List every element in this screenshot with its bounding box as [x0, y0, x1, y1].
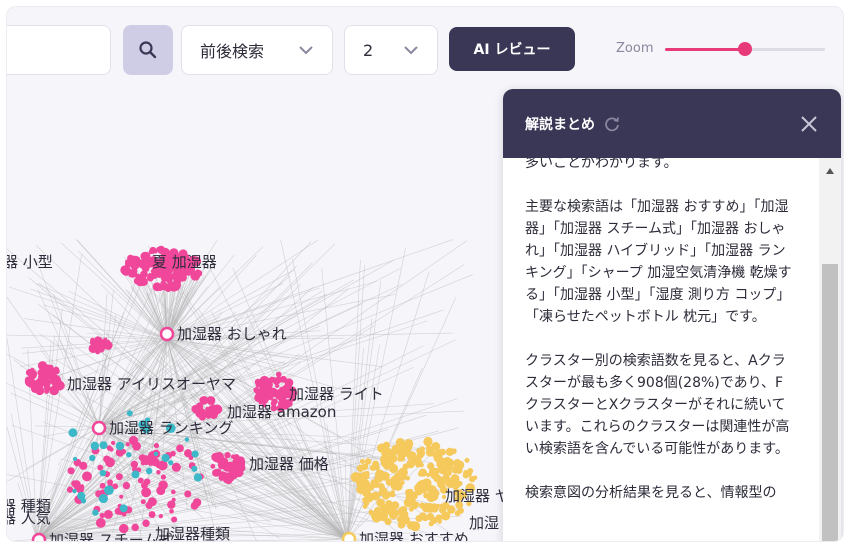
graph-node-label: 夏 加湿器 — [152, 253, 217, 271]
search-mode-value: 前後検索 — [200, 42, 265, 61]
zoom-slider-thumb[interactable] — [738, 42, 752, 56]
search-input[interactable] — [7, 25, 111, 75]
scroll-up-arrow[interactable] — [826, 168, 834, 174]
summary-panel: 解説まとめ 多いことがわかります。 主要な検索語は「加湿器 おすすめ」「加湿器」… — [503, 89, 841, 541]
depth-select[interactable]: 2 — [344, 25, 438, 75]
graph-node — [31, 532, 47, 541]
summary-scrollbar[interactable] — [819, 158, 841, 541]
graph-node-label: 加湿器 amazon — [227, 403, 336, 421]
graph-node — [91, 420, 107, 436]
search-button[interactable] — [123, 25, 173, 75]
graph-node-label: 加湿器種類 — [155, 525, 230, 542]
graph-node-label: 加湿器 おすすめ — [359, 530, 469, 542]
graph-node-label: 加湿器 おしゃれ — [177, 325, 287, 343]
graph-node-label: 加湿器 ライト — [289, 385, 384, 403]
zoom-slider[interactable] — [665, 42, 825, 56]
graph-node-label: 加湿 — [469, 514, 499, 532]
graph-node-label: 器 小型 — [7, 253, 53, 271]
close-icon[interactable] — [799, 114, 819, 134]
chevron-down-icon — [404, 46, 418, 55]
depth-value: 2 — [363, 40, 374, 60]
search-mode-select[interactable]: 前後検索 — [181, 25, 333, 75]
graph-node-label: 加湿器 価格 — [249, 455, 329, 473]
cluster-iris — [24, 361, 65, 396]
zoom-label: Zoom — [616, 41, 654, 56]
summary-panel-body: 多いことがわかります。 主要な検索語は「加湿器 おすすめ」「加湿器」「加湿器 ス… — [503, 158, 815, 541]
graph-node-label: 加湿器 アイリスオーヤマ — [67, 375, 236, 393]
summary-panel-title: 解説まとめ — [525, 116, 595, 133]
graph-node — [341, 531, 357, 541]
search-icon — [139, 41, 157, 59]
graph-node-label: 加湿器 ランキング — [109, 419, 233, 437]
scroll-thumb[interactable] — [822, 264, 838, 541]
refresh-icon[interactable] — [603, 115, 621, 133]
graph-node-label: 器 人気 — [7, 509, 51, 527]
zoom-slider-fill — [665, 48, 745, 51]
ai-review-button[interactable]: AI レビュー — [449, 27, 575, 71]
graph-node — [159, 326, 175, 342]
summary-text: 多いことがわかります。 主要な検索語は「加湿器 おすすめ」「加湿器」「加湿器 ス… — [525, 158, 792, 501]
summary-panel-header: 解説まとめ — [503, 89, 841, 158]
app-frame: 前後検索 2 AI レビュー Zoom 器 小型夏 加湿器 加湿器 おしゃれ 加湿器… — [6, 6, 844, 542]
chevron-down-icon — [299, 46, 313, 55]
